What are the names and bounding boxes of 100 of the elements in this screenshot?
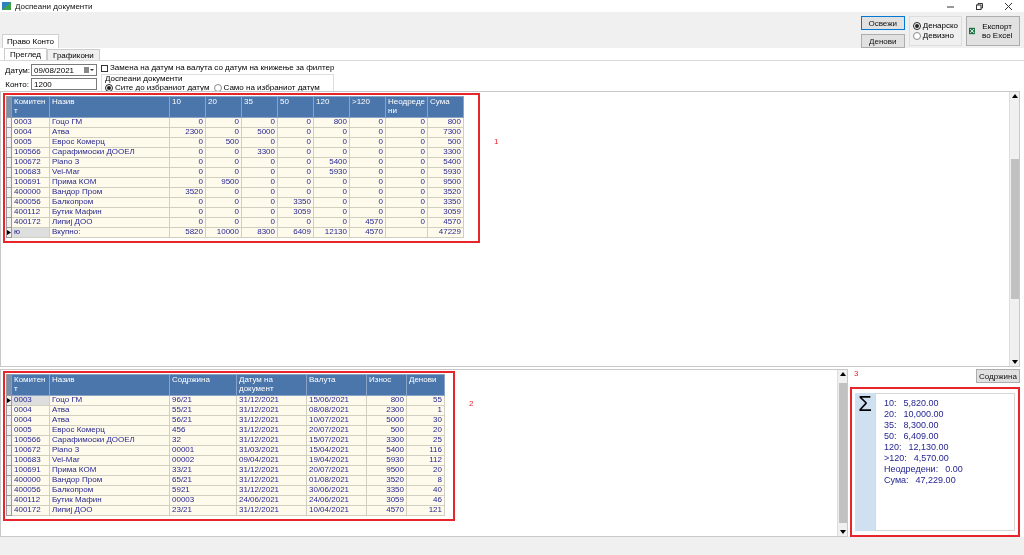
table-cell: 0004 [11,127,50,138]
scrollbar[interactable] [1009,92,1019,366]
table-cell: 0 [241,167,278,178]
scrollbar[interactable] [837,370,847,536]
toolbar-button[interactable]: Освежи [860,16,905,30]
radio-button[interactable] [912,21,921,30]
column-header[interactable]: 10 [169,96,206,118]
column-header[interactable]: 50 [277,96,314,118]
column-header[interactable]: 35 [241,96,278,118]
scroll-up-icon[interactable] [1010,92,1019,100]
export-button[interactable]: Експорт во Excel [966,16,1020,46]
table-cell: 5400 [366,445,407,456]
column-header[interactable]: 120 [313,96,350,118]
field-label: Конто: [5,79,29,89]
total-cell: 4570 [349,227,386,238]
total-cell: Вкупно: [49,227,170,238]
table-cell: 400112 [11,207,50,218]
summary-value: 0.00 [945,464,963,474]
summary-label: Неодредени: [884,464,939,474]
table-cell: 0 [349,117,386,128]
table-cell: Вандор Пром [49,475,170,486]
table-cell: 121 [406,505,445,516]
column-header[interactable]: Содржина [169,374,237,396]
table-cell: 0 [241,207,278,218]
table-cell: 24/06/2021 [306,495,367,506]
summary-label: 120: [884,442,902,452]
table-cell: 3520 [427,187,464,198]
table-cell: 0 [385,137,428,148]
checkbox-label: Замена на датум на валута со датум на книжење за филтер [110,64,335,72]
table-cell: 0 [169,167,206,178]
column-header[interactable]: Комитент [11,96,50,118]
table-cell: 800 [427,117,464,128]
table-cell: 0 [277,187,314,198]
table-cell: 3520 [169,187,206,198]
column-header[interactable]: Датум на документ [236,374,307,396]
checkbox[interactable] [101,64,108,72]
table-cell: 0005 [11,425,50,436]
scroll-thumb[interactable] [838,383,847,523]
table-cell: 0 [277,177,314,188]
table-cell: 0 [385,217,428,228]
column-header[interactable]: Валута [306,374,367,396]
table-cell: 0 [313,207,350,218]
table-cell: 32 [169,435,237,446]
table-cell: 100566 [11,435,50,446]
column-header[interactable]: Назив [49,96,170,118]
tab[interactable]: Право Конто [2,34,60,48]
table-cell: 31/12/2021 [236,405,307,416]
table-cell: Балкопром [49,197,170,208]
table-cell: 0 [277,147,314,158]
table-cell: Vel-Mar [49,167,170,178]
table-cell: 0 [241,217,278,228]
column-header[interactable]: Сума [427,96,464,118]
content-button[interactable]: Содржина [976,369,1020,383]
scroll-thumb[interactable] [1010,159,1019,299]
table-cell: 96/21 [169,395,237,406]
table-cell: 01/08/2021 [306,475,367,486]
table-cell: 31/12/2021 [236,435,307,446]
scroll-up-icon[interactable] [838,370,847,378]
column-header[interactable]: Комитент [11,374,50,396]
account-field[interactable]: 1200 [31,78,97,90]
table-cell: 46 [406,495,445,506]
table-cell: 3300 [366,435,407,446]
table-cell: Бутик Мафин [49,495,170,506]
close-icon[interactable] [1005,2,1012,10]
table-cell: Вандор Пром [49,187,170,198]
table-cell: 0 [349,187,386,198]
table-cell: 0 [205,197,242,208]
scroll-down-icon[interactable] [1010,358,1019,366]
calendar-dropdown-icon[interactable] [84,67,94,73]
column-header[interactable]: >120 [349,96,386,118]
table-cell: 56/21 [169,415,237,426]
table-cell: 31/12/2021 [236,485,307,496]
table-cell: 3059 [277,207,314,218]
radio-button[interactable] [912,31,921,40]
summary-label: 35: [884,420,897,430]
table-cell: Гоцо ГМ [49,395,170,406]
column-header[interactable]: Неодредени [385,96,428,118]
table-cell: 100672 [11,445,50,456]
total-cell: 10000 [205,227,242,238]
column-header[interactable]: Назив [49,374,170,396]
restore-icon[interactable] [976,2,983,10]
table-cell: 20 [406,465,445,476]
tab[interactable]: Преглед [4,48,47,60]
total-cell [385,227,428,238]
table-cell: 500 [205,137,242,148]
table-cell: 8 [406,475,445,486]
table-cell: Vel-Mar [49,455,170,466]
table-cell: 0 [349,147,386,158]
column-header[interactable]: Денови [406,374,445,396]
toolbar-button[interactable]: Денови [860,34,905,48]
date-field[interactable]: 09/08/2021 [31,64,97,76]
total-cell: ю [11,227,50,238]
tab[interactable]: Графикони [47,49,100,60]
table-cell: 0 [277,157,314,168]
table-cell: 25 [406,435,445,446]
table-cell: 0 [385,187,428,198]
table-cell: 0 [313,187,350,198]
column-header[interactable]: Износ [366,374,407,396]
column-header[interactable]: 20 [205,96,242,118]
table-cell: 3059 [366,495,407,506]
